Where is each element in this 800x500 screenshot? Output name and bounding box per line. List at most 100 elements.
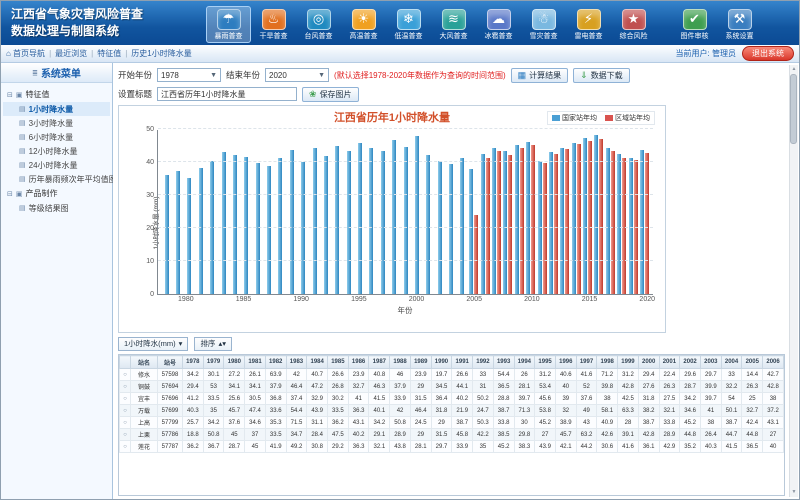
scroll-down-icon[interactable]: ▼ [792,488,797,497]
value-cell: 46.3 [369,381,390,393]
row-radio-button[interactable]: ○ [120,405,131,417]
breadcrumb: ⌂ 首页导航|最近浏览|特征值|历史1小时降水量 [6,48,676,59]
table-sort-select[interactable]: 排序 ▴▾ [194,337,232,351]
sidebar-item-历年暴雨频次年平均值图[interactable]: ▤历年暴雨频次年平均值图 [3,172,110,186]
chart-title-input[interactable] [157,87,297,101]
bar-regional [497,151,501,294]
toolbar-item-snow[interactable]: ☃雪灾普查 [521,6,566,43]
row-radio-button[interactable]: ○ [120,393,131,405]
sidebar-item-24小时降水量[interactable]: ▤24小时降水量 [3,158,110,172]
toolbar-item-label: 图件审核 [681,31,709,41]
bar-group-1987 [263,130,274,294]
toolbar-item-comprehensive-risk[interactable]: ★综合风险 [611,6,656,43]
x-tick-label: 2020 [639,296,655,303]
year-header-1995: 1995 [535,356,556,369]
bar-national [176,171,180,294]
toolbar-item-gale[interactable]: ≋大风普查 [431,6,476,43]
breadcrumb-item[interactable]: 特征值 [97,48,121,59]
value-cell: 36.2 [328,417,349,429]
sidebar-item-12小时降水量[interactable]: ▤12小时降水量 [3,144,110,158]
toolbar-item-lightning[interactable]: ⚡雷电普查 [566,6,611,43]
value-cell: 40.9 [597,417,618,429]
value-cell: 30.6 [597,441,618,453]
year-header-1996: 1996 [555,356,576,369]
value-cell: 23.9 [348,369,369,381]
table-row[interactable]: ○上高5779925.734.237.634.635.371.531.136.2… [120,417,784,429]
table-row[interactable]: ○铜鼓5769429.45334.134.137.946.447.226.832… [120,381,784,393]
save-image-button[interactable]: ❀ 保存图片 [302,87,359,102]
document-icon: ▤ [19,161,26,169]
toolbar-item-map-review[interactable]: ✔图件审核 [672,6,717,43]
table-row[interactable]: ○修水5759834.230.127.226.163.94240.726.623… [120,369,784,381]
table-row[interactable]: ○上栗5778618.850.8453733.534.728.447.540.2… [120,429,784,441]
breadcrumb-item[interactable]: 最近浏览 [55,48,87,59]
value-cell: 54 [721,393,742,405]
value-cell: 38.7 [452,417,473,429]
row-radio-button[interactable]: ○ [120,369,131,381]
bar-regional [611,151,615,294]
row-radio-button[interactable]: ○ [120,441,131,453]
bar-group-2011 [536,130,547,294]
toolbar-item-high-temp[interactable]: ☀高温普查 [341,6,386,43]
value-cell: 34.5 [431,381,452,393]
chevron-down-icon: ▼ [318,72,325,79]
year-header-1980: 1980 [224,356,245,369]
table-row[interactable]: ○万载5769940.33545.747.433.654.443.933.536… [120,405,784,417]
bar-national [415,136,419,294]
row-radio-button[interactable]: ○ [120,381,131,393]
table-row[interactable]: ○宜丰5769641.233.525.630.536.837.432.930.2… [120,393,784,405]
toolbar-item-low-temp[interactable]: ❄低温普查 [386,6,431,43]
value-cell: 29 [410,429,431,441]
breadcrumb-item[interactable]: ⌂ 首页导航 [6,48,45,59]
calculate-button[interactable]: ▦ 计算结果 [511,68,569,83]
bar-group-2001 [423,130,434,294]
tree-group-特征值[interactable]: ⊟▣特征值 [3,87,110,102]
expander-icon[interactable]: ⊟ [7,190,13,198]
station-name-cell: 修水 [131,369,158,381]
value-cell: 21.9 [452,405,473,417]
value-cell: 44.2 [576,441,597,453]
toolbar-item-typhoon[interactable]: ◎台风普查 [296,6,341,43]
toolbar-item-rainstorm[interactable]: ☂暴雨普查 [206,6,251,43]
sidebar-item-6小时降水量[interactable]: ▤6小时降水量 [3,130,110,144]
document-icon: ▤ [19,204,26,212]
station-data-table: 站名站号197819791980198119821983198419851986… [119,355,784,453]
bar-group-1992 [320,130,331,294]
value-cell: 39.7 [700,393,721,405]
expander-icon[interactable]: ⊟ [7,91,13,99]
app-window: 江西省气象灾害风险普查 数据处理与制图系统 ☂暴雨普查♨干旱普查◎台风普查☀高温… [0,0,800,500]
toolbar-item-system-settings[interactable]: ⚒系统设置 [717,6,762,43]
tree-group-label: 产品制作 [26,188,58,199]
sidebar-item-3小时降水量[interactable]: ▤3小时降水量 [3,116,110,130]
value-cell: 28.9 [659,429,680,441]
comprehensive-risk-icon: ★ [622,9,646,30]
value-cell: 34.1 [245,381,266,393]
scroll-up-icon[interactable]: ▲ [792,65,797,74]
bar-national [256,163,260,294]
value-cell: 28.7 [680,381,701,393]
start-year-select[interactable]: 1978▼ [157,68,221,82]
exit-system-button[interactable]: 退出系统 [742,46,794,61]
toolbar-item-hail[interactable]: ☁冰雹普查 [476,6,521,43]
vertical-scrollbar[interactable]: ▲ ▼ [789,65,798,497]
value-cell: 43.1 [763,417,784,429]
table-metric-select[interactable]: 1小时降水(mm) ▾ [118,337,188,351]
scrollbar-track[interactable] [790,74,798,488]
legend-label: 区域站年均 [615,113,650,123]
year-header-1998: 1998 [597,356,618,369]
sidebar-item-等级结果图[interactable]: ▤等级结果图 [3,201,110,215]
toolbar-item-drought[interactable]: ♨干旱普查 [251,6,296,43]
data-table-wrap: 站名站号197819791980198119821983198419851986… [118,354,785,496]
row-radio-button[interactable]: ○ [120,417,131,429]
value-cell: 63.2 [576,429,597,441]
row-radio-button[interactable]: ○ [120,429,131,441]
scrollbar-thumb[interactable] [790,74,797,144]
breadcrumb-item[interactable]: 历史1小时降水量 [131,48,191,59]
value-cell: 46 [390,369,411,381]
table-row[interactable]: ○莲花5778736.236.728.74541.949.230.829.236… [120,441,784,453]
sidebar-item-1小时降水量[interactable]: ▤1小时降水量 [3,102,110,116]
tree-group-产品制作[interactable]: ⊟▣产品制作 [3,186,110,201]
end-year-select[interactable]: 2020▼ [265,68,329,82]
download-data-button[interactable]: ⇓ 数据下载 [573,68,630,83]
user-area: 当前用户: 管理员 退出系统 [676,46,794,61]
